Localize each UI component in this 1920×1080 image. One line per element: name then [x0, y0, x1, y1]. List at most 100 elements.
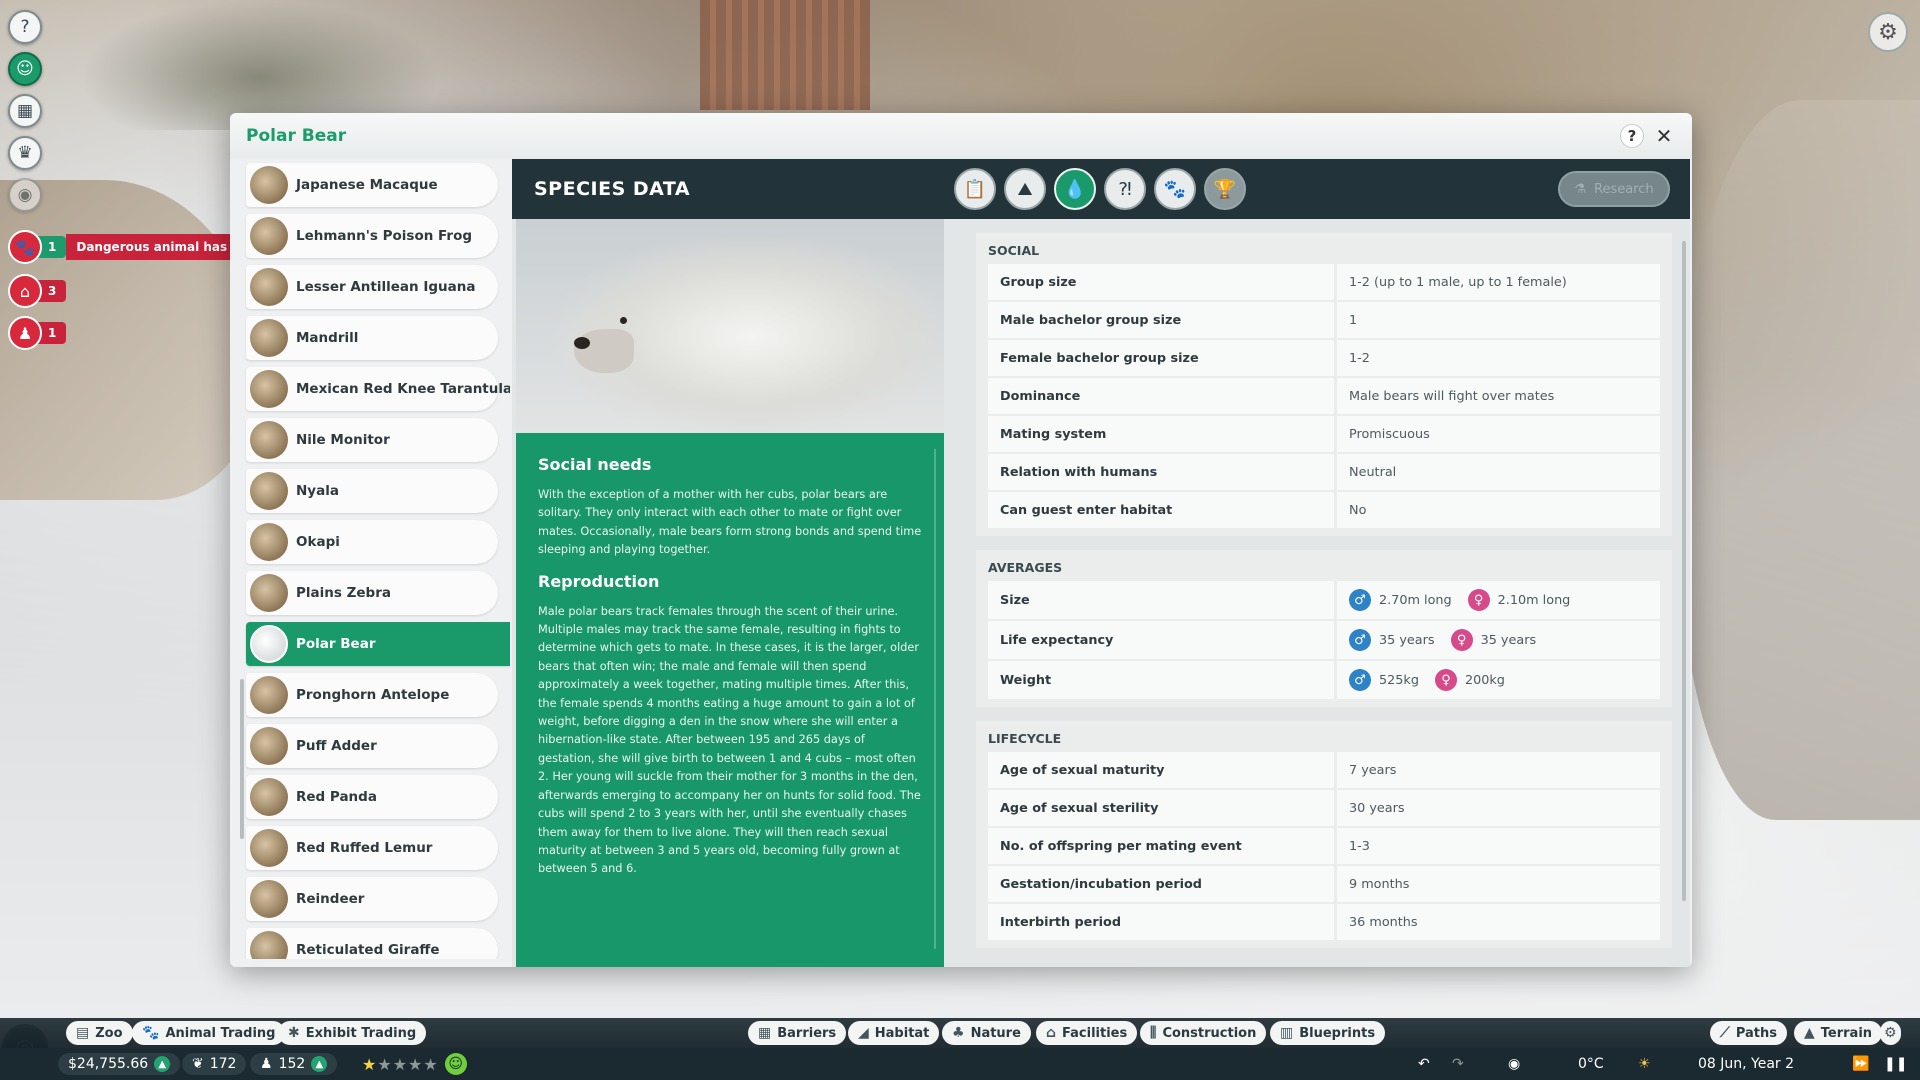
averages-section: AVERAGES Size ♂ 2.70m long ♀ 2.10m long Life … — [976, 550, 1672, 707]
species-item-lehmann-s-poison-frog[interactable]: Lehmann's Poison Frog — [240, 210, 510, 261]
species-item-red-panda[interactable]: Red Panda — [240, 771, 510, 822]
zoo-rating[interactable]: ★★★★★ ☺ — [362, 1053, 467, 1075]
lifecycle-section: LIFECYCLE Age of sexual maturity 7 years A… — [976, 721, 1672, 948]
star-icon: ★ — [392, 1054, 409, 1074]
left-hud: ? ☺ ▦ ♛ ◉ — [8, 10, 44, 220]
row-value: No — [1337, 492, 1660, 528]
research-button[interactable]: ⚗ Research — [1558, 171, 1670, 207]
row-value: 9 months — [1337, 866, 1660, 902]
window-titlebar: Polar Bear ? ✕ — [230, 113, 1692, 159]
guests-status[interactable]: ♟ 152 ▲ — [250, 1053, 338, 1075]
redo-icon: ↷ — [1452, 1056, 1464, 1072]
settings-gear-icon[interactable]: ⚙ — [1868, 12, 1908, 52]
guest-alert-icon: ♟ — [8, 316, 42, 350]
row-value: ♂ 2.70m long ♀ 2.10m long — [1337, 581, 1660, 619]
background-building — [700, 0, 870, 110]
guest-alert[interactable]: ♟ 1 — [8, 316, 67, 350]
habitat-button[interactable]: ◢ Habitat — [848, 1021, 940, 1045]
view-icon[interactable]: ◉ — [8, 178, 42, 212]
species-item-polar-bear[interactable]: Polar Bear — [240, 618, 510, 669]
fast-forward-icon: ⏩ — [1852, 1056, 1870, 1072]
tab-paw[interactable]: 🐾 — [1154, 168, 1196, 210]
zoo-overview-icon[interactable]: ☺ — [8, 52, 42, 86]
lifecycle-row-no-of-offspring-per-mating-event: No. of offspring per mating event 1-3 — [988, 828, 1660, 864]
row-label: Interbirth period — [988, 904, 1334, 940]
species-item-mandrill[interactable]: Mandrill — [240, 312, 510, 363]
zoo-button[interactable]: ▤ Zoo — [66, 1021, 133, 1045]
staff-alert[interactable]: ⌂ 3 — [8, 274, 67, 308]
species-avatar — [250, 828, 288, 867]
species-item-reindeer[interactable]: Reindeer — [240, 873, 510, 924]
species-item-nile-monitor[interactable]: Nile Monitor — [240, 414, 510, 465]
species-name: Okapi — [296, 533, 340, 550]
species-item-puff-adder[interactable]: Puff Adder — [240, 720, 510, 771]
species-item-mexican-red-knee-tarantula[interactable]: Mexican Red Knee Tarantula — [240, 363, 510, 414]
species-data-column: SOCIAL Group size 1-2 (up to 1 male, up t… — [958, 219, 1690, 967]
male-value-text: 2.70m long — [1379, 592, 1452, 608]
animal-trading-button[interactable]: 🐾 Animal Trading — [132, 1021, 286, 1045]
date-status: 08 Jun, Year 2 — [1698, 1053, 1794, 1075]
trophy-icon[interactable]: ♛ — [8, 136, 42, 170]
conservation-status[interactable]: ❦ 172 — [182, 1053, 247, 1075]
terrain-button[interactable]: ▲ Terrain — [1794, 1021, 1883, 1045]
species-item-reticulated-giraffe[interactable]: Reticulated Giraffe — [240, 924, 510, 959]
species-list-scrollbar[interactable] — [240, 679, 244, 839]
undo-button[interactable]: ↶ — [1418, 1053, 1430, 1075]
tab-species-data[interactable]: 💧 — [1054, 168, 1096, 210]
reproduction-text: Male polar bears track females through t… — [538, 604, 921, 876]
path-icon: ⟋ — [1720, 1025, 1730, 1041]
species-data-scrollbar[interactable] — [1682, 241, 1686, 901]
exhibit-trading-button[interactable]: ✱ Exhibit Trading — [278, 1021, 427, 1045]
species-item-okapi[interactable]: Okapi — [240, 516, 510, 567]
zoopedia-window: Polar Bear ? ✕ Japanese Macaque Lehmann's… — [230, 113, 1692, 967]
species-item-pronghorn-antelope[interactable]: Pronghorn Antelope — [240, 669, 510, 720]
toolbar-settings-button[interactable]: ⚙ — [1880, 1021, 1901, 1045]
female-value-text: 200kg — [1464, 672, 1505, 688]
terrain-icon: ▲ — [1804, 1025, 1815, 1041]
tab-habitat[interactable]: ⛰ — [1004, 168, 1046, 210]
pause-button[interactable]: ❚❚ — [1884, 1053, 1907, 1075]
barriers-button[interactable]: ▦ Barriers — [748, 1021, 847, 1045]
guests-icon: ♟ — [260, 1056, 273, 1072]
social-needs-heading: Social needs — [538, 455, 652, 474]
tab-enrichment[interactable]: ⁈ — [1104, 168, 1146, 210]
star-icon: ★ — [377, 1054, 393, 1074]
construction-button[interactable]: ⫼ Construction — [1140, 1021, 1267, 1045]
lifecycle-section-title: LIFECYCLE — [988, 731, 1062, 746]
rating-stars: ★★★★★ — [362, 1055, 439, 1074]
window-close-button[interactable]: ✕ — [1652, 124, 1676, 148]
species-item-red-ruffed-lemur[interactable]: Red Ruffed Lemur — [240, 822, 510, 873]
window-help-button[interactable]: ? — [1620, 124, 1644, 148]
photo-mode-button[interactable]: ◉ — [1508, 1053, 1520, 1075]
fast-forward-button[interactable]: ⏩ — [1852, 1053, 1869, 1075]
species-name: Polar Bear — [296, 635, 376, 652]
paths-button[interactable]: ⟋ Paths — [1710, 1021, 1787, 1045]
help-icon[interactable]: ? — [8, 10, 42, 44]
nature-button[interactable]: ♣ Nature — [942, 1021, 1031, 1045]
tab-trophy[interactable]: 🏆 — [1204, 168, 1246, 210]
species-item-japanese-macaque[interactable]: Japanese Macaque — [240, 159, 510, 210]
male-icon: ♂ — [1349, 589, 1371, 611]
habitat-icon: ◢ — [858, 1025, 869, 1041]
species-avatar — [250, 369, 288, 408]
species-item-plains-zebra[interactable]: Plains Zebra — [240, 567, 510, 618]
detail-header: SPECIES DATA 📋 ⛰ 💧 ⁈ 🐾 🏆 ⚗ Research — [512, 159, 1690, 219]
social-row-can-guest-enter-habitat: Can guest enter habitat No — [988, 492, 1660, 528]
paw-icon: 🐾 — [142, 1025, 160, 1041]
species-avatar — [250, 318, 288, 357]
window-title: Polar Bear — [246, 126, 347, 146]
tab-info[interactable]: 📋 — [954, 168, 996, 210]
blueprint-icon: ▥ — [1280, 1025, 1294, 1041]
social-section: SOCIAL Group size 1-2 (up to 1 male, up t… — [976, 233, 1672, 536]
calendar-icon[interactable]: ▦ — [8, 94, 42, 128]
money-status[interactable]: $24,755.66 ▲ — [58, 1053, 181, 1075]
blueprints-button[interactable]: ▥ Blueprints — [1270, 1021, 1386, 1045]
temperature-status: 0°C — [1578, 1053, 1604, 1075]
facilities-button[interactable]: ⌂ Facilities — [1036, 1021, 1138, 1045]
species-item-lesser-antillean-iguana[interactable]: Lesser Antillean Iguana — [240, 261, 510, 312]
zoo-icon: ▤ — [76, 1025, 90, 1041]
undo-icon: ↶ — [1418, 1056, 1430, 1072]
species-item-nyala[interactable]: Nyala — [240, 465, 510, 516]
social-row-female-bachelor-group-size: Female bachelor group size 1-2 — [988, 340, 1660, 376]
redo-button[interactable]: ↷ — [1452, 1053, 1464, 1075]
